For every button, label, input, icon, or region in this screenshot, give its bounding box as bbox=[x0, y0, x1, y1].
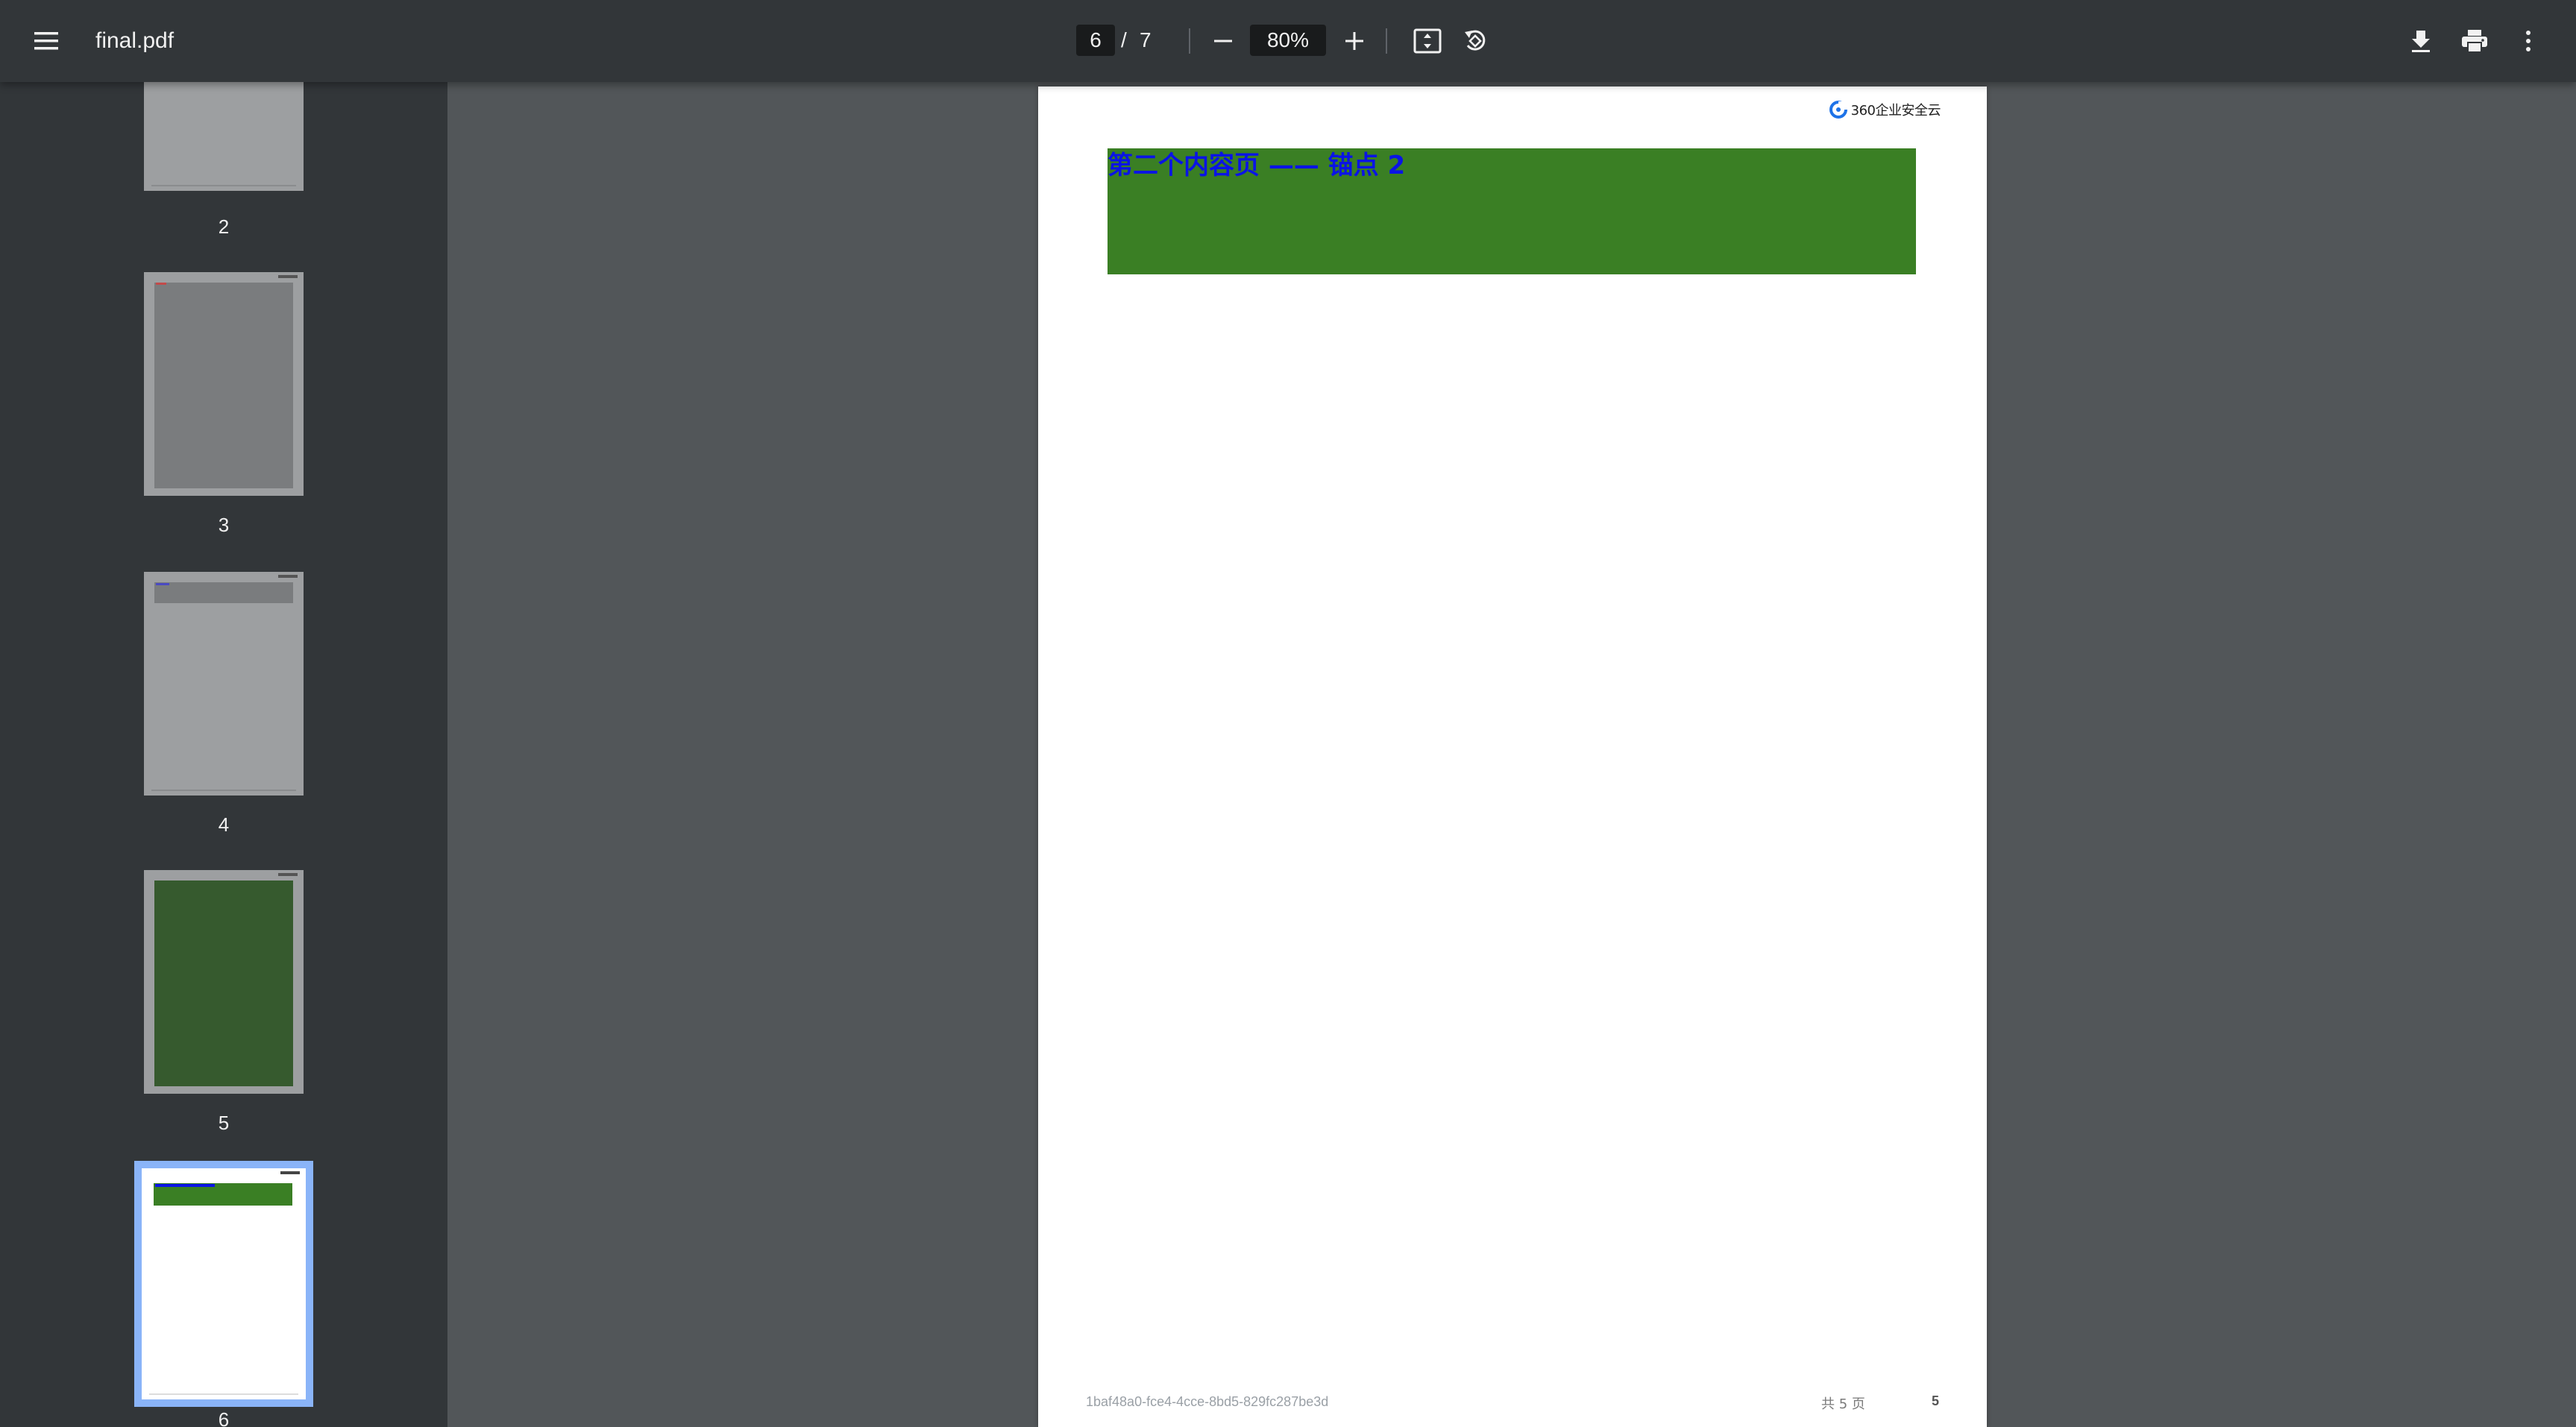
brand-header: 360企业安全云 bbox=[1829, 100, 1941, 119]
fit-page-icon bbox=[1413, 28, 1442, 54]
page-thumbnail-4[interactable] bbox=[144, 572, 304, 796]
thumbnail-label: 2 bbox=[218, 215, 230, 238]
thumbnail-label: 4 bbox=[218, 813, 230, 836]
zoom-level-input[interactable] bbox=[1250, 25, 1326, 56]
rotate-button[interactable] bbox=[1454, 20, 1496, 62]
page-total: 7 bbox=[1140, 28, 1152, 51]
page-separator: / bbox=[1121, 28, 1127, 51]
download-icon bbox=[2412, 31, 2430, 52]
thumbnail-label: 6 bbox=[218, 1408, 230, 1427]
minus-icon bbox=[1214, 40, 1232, 42]
thumbnail-heading bbox=[156, 583, 169, 585]
thumbnail-footer bbox=[151, 185, 296, 186]
thumbnail-content-block bbox=[154, 283, 293, 488]
toolbar-divider bbox=[1386, 28, 1387, 54]
thumbnail-heading bbox=[156, 283, 166, 285]
thumbnail-logo bbox=[278, 873, 298, 876]
menu-icon bbox=[34, 32, 58, 50]
footer-document-id: 1baf48a0-fce4-4cce-8bd5-829fc287be3d bbox=[1086, 1394, 1329, 1409]
print-button[interactable] bbox=[2454, 20, 2495, 62]
page-number-input[interactable] bbox=[1076, 25, 1115, 56]
page-thumbnail-5[interactable] bbox=[144, 870, 304, 1094]
thumbnail-footer bbox=[151, 790, 296, 791]
thumbnail-label: 3 bbox=[218, 514, 230, 536]
zoom-out-button[interactable] bbox=[1202, 20, 1244, 62]
more-actions-button[interactable] bbox=[2507, 20, 2549, 62]
thumbnail-logo bbox=[278, 575, 298, 578]
rotate-icon bbox=[1465, 30, 1486, 51]
footer-page-number: 5 bbox=[1932, 1393, 1940, 1408]
toolbar-divider bbox=[1189, 28, 1190, 54]
thumbnail-sidebar[interactable]: 2 3 4 5 6 bbox=[0, 82, 447, 1427]
footer-page-total: 共 5 页 bbox=[1821, 1396, 1865, 1412]
pdf-toolbar: final.pdf / 7 bbox=[0, 0, 2576, 82]
more-vert-icon bbox=[2526, 31, 2531, 51]
thumbnail-content-block bbox=[154, 582, 293, 603]
pdf-page: 360企业安全云 第二个内容页 —— 锚点 2 1baf48a0-fce4-4c… bbox=[1038, 86, 1987, 1427]
document-title: final.pdf bbox=[95, 28, 175, 53]
menu-button[interactable] bbox=[25, 20, 67, 62]
content-block: 第二个内容页 —— 锚点 2 bbox=[1108, 148, 1916, 274]
fit-to-page-button[interactable] bbox=[1407, 20, 1448, 62]
document-viewer[interactable]: 360企业安全云 第二个内容页 —— 锚点 2 1baf48a0-fce4-4c… bbox=[447, 82, 2576, 1427]
thumbnail-footer bbox=[149, 1393, 298, 1395]
thumbnail-label: 5 bbox=[218, 1112, 230, 1134]
page-thumbnail-3[interactable] bbox=[144, 272, 304, 496]
thumbnail-logo bbox=[280, 1171, 300, 1174]
print-icon bbox=[2462, 30, 2487, 53]
thumbnail-heading bbox=[155, 1184, 215, 1187]
brand-text: 360企业安全云 bbox=[1850, 103, 1941, 119]
brand-logo-icon bbox=[1829, 101, 1848, 119]
page-thumbnail-6[interactable] bbox=[134, 1161, 313, 1407]
plus-icon bbox=[1345, 32, 1363, 50]
page-thumbnail-2[interactable] bbox=[144, 82, 304, 191]
thumbnail-content-block bbox=[154, 881, 293, 1086]
zoom-in-button[interactable] bbox=[1333, 20, 1375, 62]
download-button[interactable] bbox=[2400, 20, 2442, 62]
thumbnail-logo bbox=[278, 275, 298, 278]
content-heading: 第二个内容页 —— 锚点 2 bbox=[1108, 151, 1406, 180]
